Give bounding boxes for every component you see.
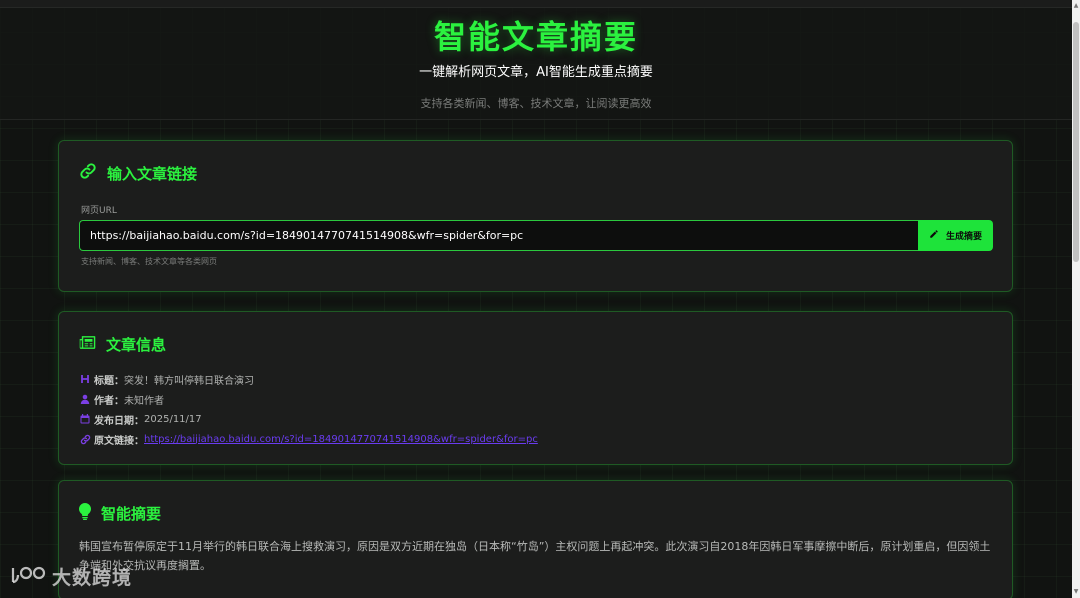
info-author-label: 作者： [94, 395, 124, 407]
scroll-down-arrow-icon[interactable]: ▼ [1073, 588, 1079, 596]
input-card: 输入文章链接 网页URL 生成摘要 支持新闻、博客、技术文章等各类网页 [58, 140, 1013, 292]
user-icon [79, 393, 91, 405]
summary-card-title: 智能摘要 [101, 504, 162, 523]
url-input-row: 生成摘要 [79, 220, 993, 251]
article-info-list: 标题： 突发！韩方叫停韩日联合演习 作者： 未知作者 发布日期： 2025/11… [79, 369, 538, 449]
watermark-text: 大数跨境 [52, 567, 133, 589]
page-subtitle: 一键解析网页文章，AI智能生成重点摘要 [419, 65, 653, 80]
url-field-hint: 支持新闻、博客、技术文章等各类网页 [81, 257, 217, 266]
input-card-header: 输入文章链接 [79, 161, 197, 185]
original-article-link[interactable]: https://baijiahao.baidu.com/s?id=1849014… [144, 434, 538, 445]
url-field-label: 网页URL [81, 206, 117, 216]
scrollbar-thumb[interactable] [1073, 22, 1079, 262]
page-title: 智能文章摘要 [433, 18, 638, 56]
summary-card-header: 智能摘要 [79, 501, 161, 525]
info-row-date: 发布日期： 2025/11/17 [79, 409, 538, 429]
calendar-icon [79, 413, 91, 425]
watermark-logo-icon [10, 564, 48, 590]
browser-top-bar [0, 0, 1072, 8]
vertical-scrollbar[interactable]: ▲ ▼ [1072, 0, 1080, 598]
info-title-value: 突发！韩方叫停韩日联合演习 [124, 375, 254, 387]
info-title-label: 标题： [94, 375, 124, 387]
info-link-label: 原文链接： [94, 435, 144, 447]
info-row-author: 作者： 未知作者 [79, 389, 538, 409]
url-input[interactable] [79, 220, 918, 251]
pencil-icon [929, 229, 939, 242]
newspaper-icon [79, 335, 96, 354]
heading-icon [79, 373, 91, 385]
scroll-up-arrow-icon[interactable]: ▲ [1073, 2, 1079, 10]
lightbulb-icon [79, 502, 91, 524]
summary-text: 韩国宣布暂停原定于11月举行的韩日联合海上搜救演习，原因是双方近期在独岛（日本称… [79, 540, 991, 572]
generate-summary-button[interactable]: 生成摘要 [918, 220, 993, 251]
article-info-card: 文章信息 标题： 突发！韩方叫停韩日联合演习 作者： 未知作者 发布日期： 20… [58, 311, 1013, 465]
info-card-title: 文章信息 [106, 335, 167, 354]
info-date-value: 2025/11/17 [144, 413, 202, 425]
info-date-label: 发布日期： [94, 415, 144, 427]
info-row-title: 标题： 突发！韩方叫停韩日联合演习 [79, 369, 538, 389]
page-header: 智能文章摘要 一键解析网页文章，AI智能生成重点摘要 支持各类新闻、博客、技术文… [0, 8, 1072, 120]
link-icon [79, 162, 97, 184]
page-description: 支持各类新闻、博客、技术文章，让阅读更高效 [420, 97, 652, 110]
info-row-link: 原文链接： https://baijiahao.baidu.com/s?id=1… [79, 429, 538, 449]
input-card-title: 输入文章链接 [107, 164, 198, 183]
link-icon [79, 433, 91, 445]
info-card-header: 文章信息 [79, 332, 166, 356]
info-author-value: 未知作者 [124, 395, 164, 407]
summary-card: 智能摘要 韩国宣布暂停原定于11月举行的韩日联合海上搜救演习，原因是双方近期在独… [58, 480, 1013, 598]
generate-summary-label: 生成摘要 [945, 231, 982, 241]
watermark: 大数跨境 [10, 563, 132, 590]
